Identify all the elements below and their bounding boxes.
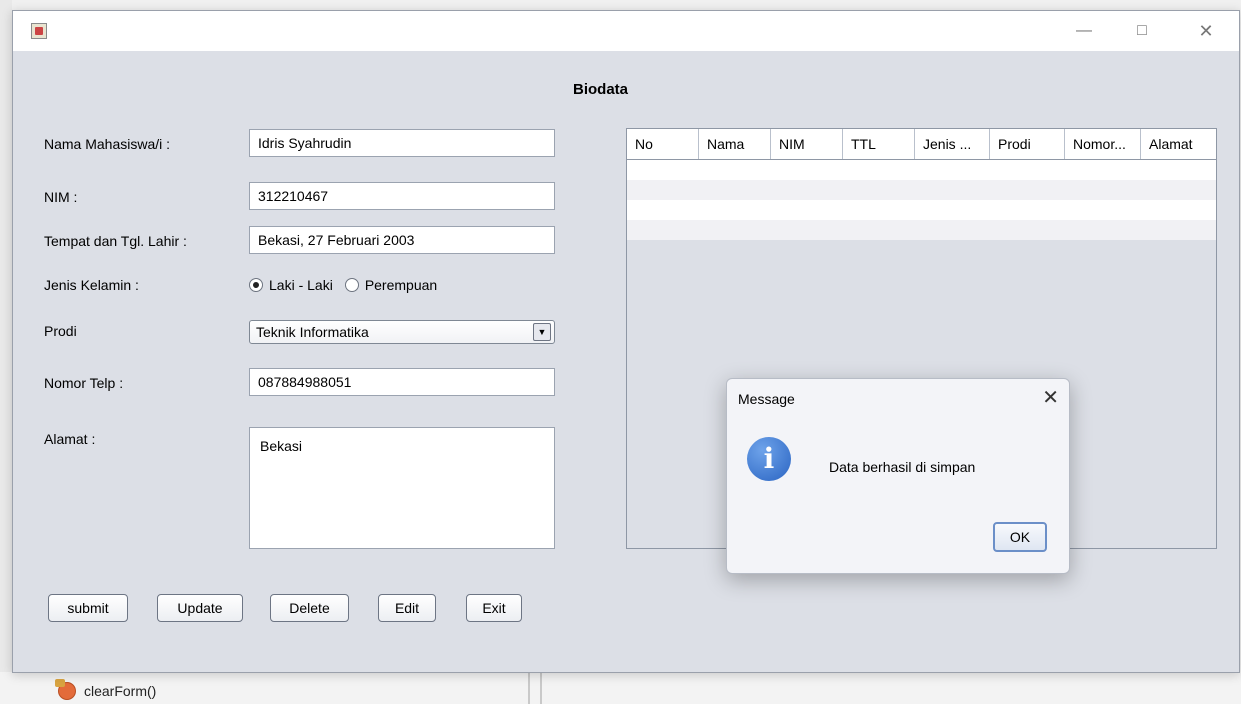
radio-perempuan-label[interactable]: Perempuan	[365, 277, 437, 293]
information-icon: i	[747, 437, 791, 481]
ttl-input[interactable]	[249, 226, 555, 254]
prodi-select[interactable]: Teknik Informatika ▼	[249, 320, 555, 344]
window-titlebar[interactable]: — □ ✕	[13, 11, 1239, 51]
method-label: clearForm()	[84, 683, 157, 699]
column-header-alamat[interactable]: Alamat	[1141, 129, 1216, 159]
ttl-label: Tempat dan Tgl. Lahir :	[44, 233, 187, 249]
nim-label: NIM :	[44, 189, 78, 205]
alamat-textarea[interactable]: Bekasi	[249, 427, 555, 549]
ide-background-strip	[0, 0, 12, 704]
dialog-close-icon[interactable]: ✕	[1042, 385, 1059, 410]
prodi-label: Prodi	[44, 323, 77, 339]
dropdown-arrow-icon[interactable]: ▼	[533, 323, 551, 341]
telp-label: Nomor Telp :	[44, 375, 124, 391]
nama-label: Nama Mahasiswa/i :	[44, 136, 171, 152]
table-row[interactable]	[627, 220, 1216, 240]
telp-input[interactable]	[249, 368, 555, 396]
table-row[interactable]	[627, 180, 1216, 200]
dialog-message: Data berhasil di simpan	[829, 459, 976, 475]
dialog-title: Message	[738, 391, 795, 407]
update-button[interactable]: Update	[157, 594, 243, 622]
nim-input[interactable]	[249, 182, 555, 210]
close-icon[interactable]: ✕	[1191, 19, 1221, 43]
exit-button[interactable]: Exit	[466, 594, 522, 622]
method-icon	[55, 679, 76, 700]
minimize-icon[interactable]: —	[1069, 19, 1099, 43]
column-header-jenis[interactable]: Jenis ...	[915, 129, 990, 159]
delete-button[interactable]: Delete	[270, 594, 349, 622]
ide-panel-divider	[528, 672, 530, 704]
column-header-no[interactable]: No	[627, 129, 699, 159]
alamat-label: Alamat :	[44, 431, 96, 447]
radio-laki-laki[interactable]	[249, 278, 263, 292]
ide-navigator-panel	[0, 672, 1241, 704]
radio-perempuan[interactable]	[344, 278, 359, 292]
column-header-nomor[interactable]: Nomor...	[1065, 129, 1141, 159]
submit-button[interactable]: submit	[48, 594, 128, 622]
message-dialog: Message ✕ i Data berhasil di simpan OK	[726, 378, 1070, 574]
radio-laki-laki-label[interactable]: Laki - Laki	[269, 277, 333, 293]
navigator-method-item[interactable]: clearForm()	[55, 679, 157, 700]
maximize-icon[interactable]: □	[1127, 19, 1157, 43]
prodi-selected-value: Teknik Informatika	[256, 324, 369, 340]
table-row[interactable]	[627, 200, 1216, 220]
form-title: Biodata	[573, 81, 629, 98]
table-row[interactable]	[627, 160, 1216, 180]
column-header-nama[interactable]: Nama	[699, 129, 771, 159]
edit-button[interactable]: Edit	[378, 594, 436, 622]
column-header-prodi[interactable]: Prodi	[990, 129, 1065, 159]
nama-input[interactable]	[249, 129, 555, 157]
jenis-kelamin-radio-group: Laki - Laki Perempuan	[249, 277, 443, 293]
table-header: No Nama NIM TTL Jenis ... Prodi Nomor...…	[627, 129, 1216, 160]
jenis-kelamin-label: Jenis Kelamin :	[44, 277, 139, 293]
java-app-icon	[31, 23, 47, 39]
ok-button[interactable]: OK	[993, 522, 1047, 552]
column-header-nim[interactable]: NIM	[771, 129, 843, 159]
column-header-ttl[interactable]: TTL	[843, 129, 915, 159]
ide-panel-divider	[540, 672, 542, 704]
